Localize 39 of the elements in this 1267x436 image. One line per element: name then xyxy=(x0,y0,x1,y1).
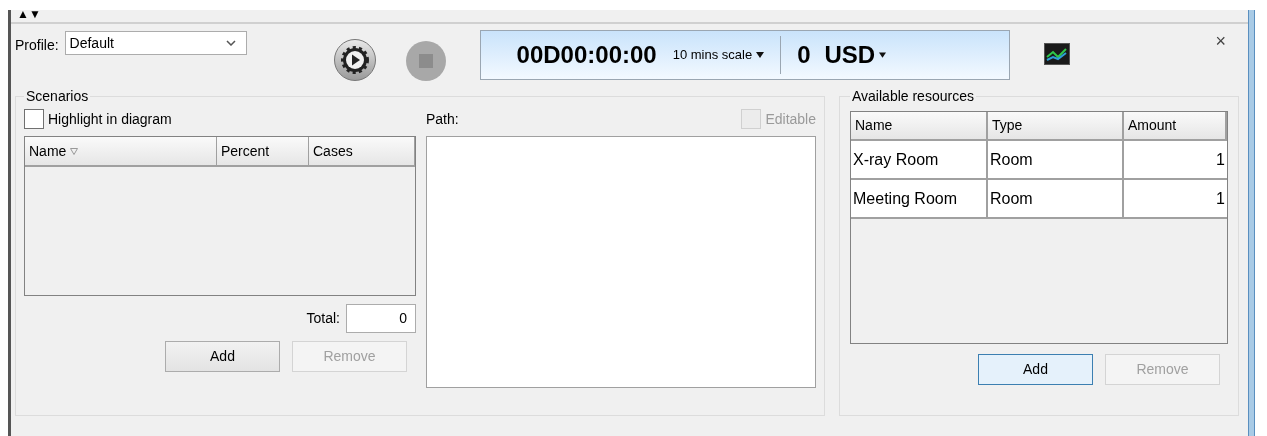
triangle-down-icon xyxy=(756,52,765,58)
scale-dropdown[interactable]: 10 mins scale xyxy=(672,45,765,65)
table-cell: X-ray Room xyxy=(851,141,988,178)
table-cell-text: 1 xyxy=(1215,149,1226,170)
total-label: Total: xyxy=(306,309,340,328)
triangle-down-icon xyxy=(879,52,887,58)
cost-amount: 0 xyxy=(797,40,811,70)
column-header[interactable]: Percent xyxy=(217,137,309,165)
close-icon[interactable]: × xyxy=(1215,28,1226,55)
group-title: Available resources xyxy=(851,87,975,106)
add-button[interactable]: Add xyxy=(978,354,1093,385)
column-header[interactable]: Name xyxy=(851,112,988,139)
profile-dropdown[interactable]: Default xyxy=(64,31,247,55)
column-header[interactable]: Cases xyxy=(309,137,415,165)
table-cell-text: 1 xyxy=(1215,188,1226,209)
path-label: Path: xyxy=(426,109,459,129)
filter-icon xyxy=(70,147,79,155)
collapse-toggle[interactable]: ▲▼ xyxy=(17,8,41,20)
stop-icon xyxy=(418,54,433,68)
checkbox-label: Editable xyxy=(765,109,816,129)
currency-dropdown[interactable]: USD xyxy=(824,37,887,73)
table-cell: Meeting Room xyxy=(851,180,988,217)
add-button[interactable]: Add xyxy=(165,341,280,372)
run-simulation-button[interactable] xyxy=(333,39,376,81)
table-cell: Room xyxy=(988,141,1124,178)
table-cell: Room xyxy=(988,180,1124,217)
checkbox-label: Highlight in diagram xyxy=(48,109,172,129)
checkbox[interactable] xyxy=(24,109,44,129)
column-header[interactable]: Type xyxy=(988,112,1124,139)
group-title: Scenarios xyxy=(25,87,90,106)
gear-play-icon xyxy=(339,45,370,75)
stop-button[interactable] xyxy=(405,41,446,81)
total-field[interactable]: 0 xyxy=(346,304,416,333)
column-header[interactable]: Name xyxy=(25,137,217,165)
chevron-down-icon xyxy=(225,40,236,46)
elapsed-time: 00D00:00:00 xyxy=(516,40,657,70)
column-header[interactable]: Amount xyxy=(1124,112,1227,139)
line-chart-icon[interactable] xyxy=(1043,43,1070,65)
profile-label: Profile: xyxy=(15,36,59,55)
